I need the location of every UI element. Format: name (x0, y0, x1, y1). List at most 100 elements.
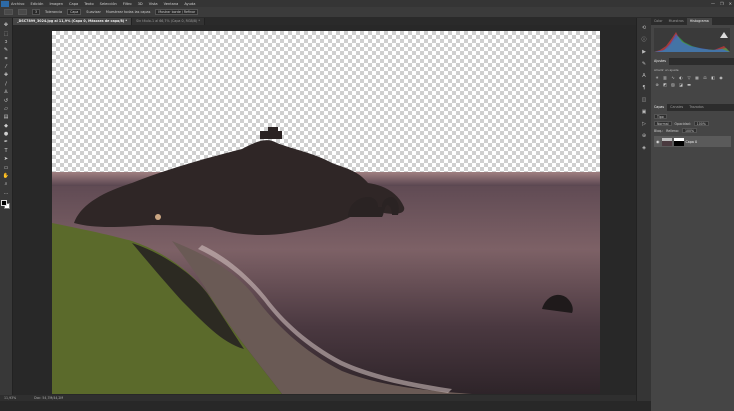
color-swatches[interactable] (1, 199, 11, 210)
tab-channels[interactable]: Canales (667, 104, 686, 111)
libraries-panel-icon[interactable]: ▣ (640, 109, 648, 115)
layers-panel-tabs: Capas Canales Trazados (651, 104, 734, 111)
size-field[interactable]: 3 (32, 9, 41, 15)
rectangle-tool-icon[interactable]: ▭ (2, 165, 10, 171)
layer-mask-thumbnail[interactable] (673, 137, 684, 146)
document-canvas[interactable] (52, 31, 600, 394)
layer-row[interactable]: ◉ Capa 0 (654, 136, 731, 147)
maximize-button[interactable]: ❐ (720, 1, 724, 6)
tool-preset-picker[interactable] (4, 9, 13, 15)
tab-adjustments[interactable]: Ajustes (651, 58, 670, 65)
visibility-eye-icon[interactable]: ◉ (656, 139, 660, 144)
posterize-icon[interactable]: ▨ (670, 82, 676, 87)
healing-tool-icon[interactable]: ✚ (2, 72, 10, 78)
tab-layers[interactable]: Capas (651, 104, 668, 111)
crop-tool-icon[interactable]: ⌗ (2, 56, 10, 62)
info-panel-icon[interactable]: ⓘ (640, 37, 648, 43)
marquee-tool-icon[interactable]: ⬚ (2, 31, 10, 37)
mode-select[interactable]: Capa (67, 9, 82, 15)
menu-edicion[interactable]: Edición (30, 2, 43, 6)
actions-panel-icon[interactable]: ▷ (640, 121, 648, 127)
menu-texto[interactable]: Texto (84, 2, 93, 6)
exposure-icon[interactable]: ◐ (678, 75, 684, 80)
styles-panel-icon[interactable]: ◫ (640, 97, 648, 103)
menu-filtro[interactable]: Filtro (123, 2, 132, 6)
brightness-icon[interactable]: ☀ (654, 75, 660, 80)
character-panel-icon[interactable]: A (640, 73, 648, 79)
tab-document-2[interactable]: Sin título-1 al 66,7% (Capa 0, RGB/8) * (132, 18, 205, 25)
right-panels: Color Muestras Histograma Ajustes Añadir… (651, 18, 734, 411)
foreground-color-swatch[interactable] (1, 199, 7, 206)
gradient-tool-icon[interactable]: ▤ (2, 114, 10, 120)
panel-icon-strip: ⟲ ⓘ ▶ ✎ A ¶ ◫ ▣ ▷ ⊕ ◈ (636, 18, 651, 401)
tab-document-1[interactable]: _DSC7899_3024.jpg al 11,9% (Capa 0, Másc… (13, 18, 133, 25)
menu-archivo[interactable]: Archivo (11, 2, 24, 6)
lasso-tool-icon[interactable]: ↄ (2, 39, 10, 45)
3d-panel-icon[interactable]: ◈ (640, 145, 648, 151)
opacity-field[interactable]: 100% (693, 121, 709, 126)
layer-thumbnail (661, 137, 672, 146)
photoshop-logo-icon[interactable] (1, 0, 9, 7)
menu-ventana[interactable]: Ventana (164, 2, 179, 6)
tab-swatches[interactable]: Muestras (666, 18, 687, 25)
eraser-tool-icon[interactable]: ▱ (2, 106, 10, 112)
layer-name[interactable]: Capa 0 (686, 140, 698, 144)
menu-vista[interactable]: Vista (149, 2, 158, 6)
invert-icon[interactable]: ◩ (662, 82, 668, 87)
tab-color[interactable]: Color (651, 18, 666, 25)
fill-label: Relleno: (666, 128, 679, 133)
stamp-tool-icon[interactable]: ♙ (2, 89, 10, 95)
options-bar: 3 Tolerancia Capa Suavizar Muestrear tod… (0, 7, 734, 18)
history-brush-tool-icon[interactable]: ↺ (2, 98, 10, 104)
tab-histogram[interactable]: Histograma (686, 18, 712, 25)
window-controls: — ❐ ✕ (711, 1, 732, 6)
fill-field[interactable]: 100% (681, 128, 698, 133)
blur-tool-icon[interactable]: ◆ (2, 123, 10, 129)
eyedropper-tool-icon[interactable]: ⁄ (2, 64, 10, 70)
menu-3d[interactable]: 3D (138, 2, 143, 6)
selection-mode-icon[interactable] (18, 9, 27, 15)
more-tools-icon[interactable]: … (2, 190, 10, 196)
zoom-tool-icon[interactable]: ⌕ (2, 181, 10, 187)
histogram-panel (651, 25, 734, 58)
pen-tool-icon[interactable]: ✒ (2, 139, 10, 145)
sample-all-checkbox[interactable]: Muestrear todas las capas (106, 10, 151, 14)
quick-select-tool-icon[interactable]: ✎ (2, 47, 10, 53)
levels-icon[interactable]: ▥ (662, 75, 668, 80)
hand-tool-icon[interactable]: ✋ (2, 173, 10, 179)
move-tool-icon[interactable]: ✥ (2, 22, 10, 28)
color-balance-icon[interactable]: ⚖ (702, 75, 708, 80)
brush-tool-icon[interactable]: ∕ (2, 81, 10, 87)
history-panel-icon[interactable]: ⟲ (640, 25, 648, 31)
menu-seleccion[interactable]: Selección (100, 2, 117, 6)
hue-saturation-icon[interactable]: ▦ (694, 75, 700, 80)
clone-source-panel-icon[interactable]: ⊕ (640, 133, 648, 139)
menu-ayuda[interactable]: Ayuda (184, 2, 195, 6)
tab-paths[interactable]: Trazados (686, 104, 706, 111)
vibrance-icon[interactable]: ▽ (686, 75, 692, 80)
curves-icon[interactable]: ∿ (670, 75, 676, 80)
document-tabs: _DSC7899_3024.jpg al 11,9% (Capa 0, Másc… (13, 18, 636, 25)
menu-capa[interactable]: Capa (69, 2, 78, 6)
smooth-checkbox[interactable]: Suavizar (86, 10, 101, 14)
close-button[interactable]: ✕ (729, 1, 732, 6)
black-white-icon[interactable]: ◧ (710, 75, 716, 80)
threshold-icon[interactable]: ◪ (678, 82, 684, 87)
type-tool-icon[interactable]: T (2, 148, 10, 154)
brush-panel-icon[interactable]: ✎ (640, 61, 648, 67)
refine-edge-button[interactable]: Mostrar borde / Refinar (155, 9, 199, 15)
properties-panel-icon[interactable]: ▶ (640, 49, 648, 55)
blend-mode-select[interactable]: Normal (654, 121, 672, 126)
zoom-readout[interactable]: 11,93% (4, 396, 16, 400)
menu-imagen[interactable]: Imagen (49, 2, 63, 6)
dodge-tool-icon[interactable]: ● (2, 131, 10, 137)
path-select-tool-icon[interactable]: ➤ (2, 156, 10, 162)
minimize-button[interactable]: — (711, 1, 715, 6)
channel-mixer-icon[interactable]: ⊛ (654, 82, 660, 87)
paragraph-panel-icon[interactable]: ¶ (640, 85, 648, 91)
gradient-map-icon[interactable]: ▬ (686, 82, 692, 87)
workspace (13, 25, 636, 395)
photo-filter-icon[interactable]: ◉ (718, 75, 724, 80)
layer-filter-select[interactable]: Tipo (654, 114, 667, 119)
layers-panel: Tipo Normal Opacidad: 100% Bloq.: Rellen… (651, 111, 734, 411)
